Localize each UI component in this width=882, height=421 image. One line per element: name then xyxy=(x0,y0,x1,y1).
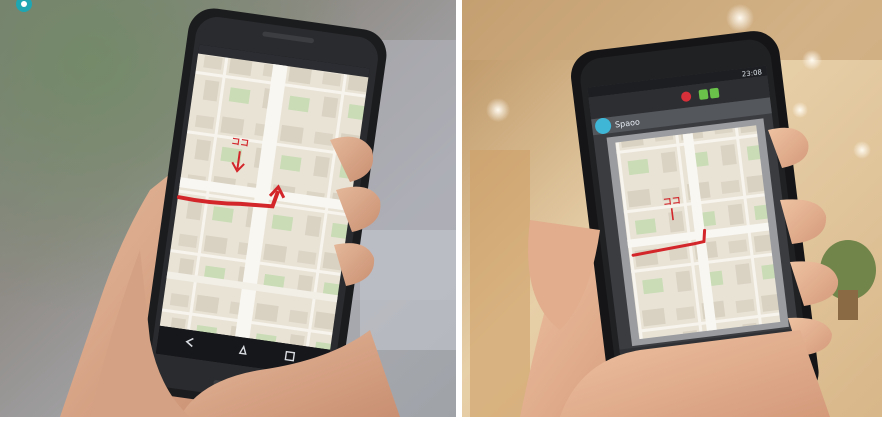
left-photo: ココ xyxy=(0,0,456,417)
photo-collage: ココ 23:08 Spaoo ココ xyxy=(0,0,882,418)
right-photo: 23:08 Spaoo ココ xyxy=(462,0,882,418)
